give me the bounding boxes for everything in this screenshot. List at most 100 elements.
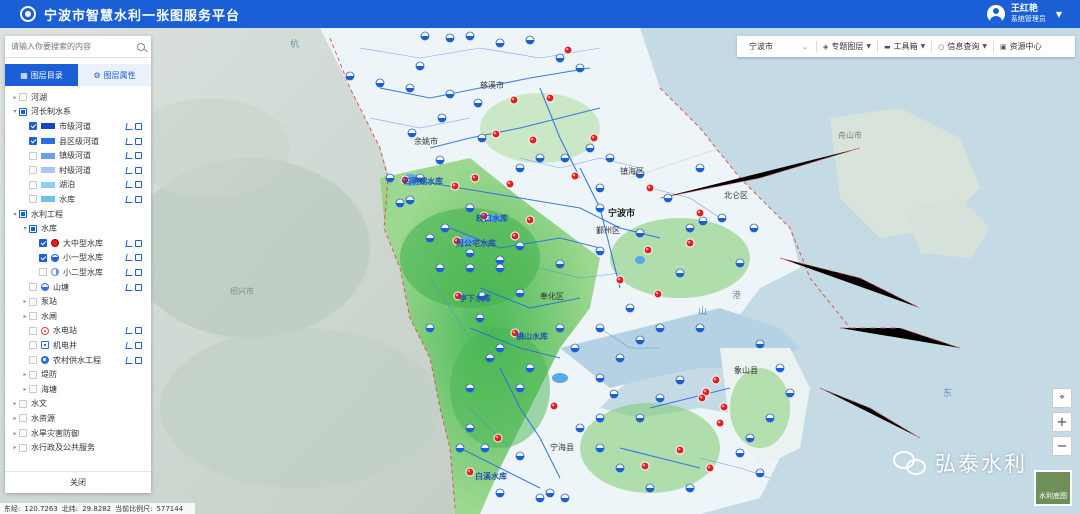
small-reservoir-marker-icon[interactable] xyxy=(405,83,415,93)
small-reservoir-marker-icon[interactable] xyxy=(525,363,535,373)
small-reservoir-marker-icon[interactable] xyxy=(745,433,755,443)
large-reservoir-marker-icon[interactable] xyxy=(505,179,515,189)
small-reservoir-marker-icon[interactable] xyxy=(477,133,487,143)
layer-row[interactable]: ▸ 水文 xyxy=(5,397,151,412)
large-reservoir-marker-icon[interactable] xyxy=(509,95,519,105)
collapse-arrow-icon[interactable]: ▸ xyxy=(21,298,29,305)
small-reservoir-marker-icon[interactable] xyxy=(695,163,705,173)
collapse-arrow-icon[interactable]: ▸ xyxy=(11,430,19,437)
collapse-arrow-icon[interactable]: ▸ xyxy=(21,386,29,393)
small-reservoir-marker-icon[interactable] xyxy=(465,423,475,433)
layer-info-icon[interactable] xyxy=(135,181,142,189)
layer-row[interactable]: ▸基础地理信息 xyxy=(5,455,151,459)
small-reservoir-marker-icon[interactable] xyxy=(465,263,475,273)
layer-checkbox[interactable] xyxy=(19,93,27,102)
small-reservoir-marker-icon[interactable] xyxy=(445,33,455,43)
small-reservoir-marker-icon[interactable] xyxy=(717,213,727,223)
small-reservoir-marker-icon[interactable] xyxy=(785,388,795,398)
small-reservoir-marker-icon[interactable] xyxy=(485,353,495,363)
layer-checkbox[interactable] xyxy=(29,180,37,189)
large-reservoir-marker-icon[interactable] xyxy=(493,433,503,443)
resource-center-button[interactable]: ▣ 资源中心 xyxy=(994,40,1048,53)
layer-info-icon[interactable] xyxy=(135,356,142,364)
small-reservoir-marker-icon[interactable] xyxy=(555,323,565,333)
small-reservoir-marker-icon[interactable] xyxy=(545,488,555,498)
small-reservoir-marker-icon[interactable] xyxy=(437,113,447,123)
small-reservoir-marker-icon[interactable] xyxy=(455,443,465,453)
layer-checkbox[interactable] xyxy=(29,122,37,131)
layer-row[interactable]: 镇级河道 xyxy=(5,148,151,163)
small-reservoir-marker-icon[interactable] xyxy=(480,443,490,453)
small-reservoir-marker-icon[interactable] xyxy=(495,38,505,48)
small-reservoir-marker-icon[interactable] xyxy=(555,259,565,269)
collapse-arrow-icon[interactable]: ▸ xyxy=(11,444,19,451)
layer-row[interactable]: 水库 xyxy=(5,192,151,207)
edit-style-icon[interactable] xyxy=(125,122,134,130)
small-reservoir-marker-icon[interactable] xyxy=(735,258,745,268)
small-reservoir-marker-icon[interactable] xyxy=(635,413,645,423)
layer-checkbox[interactable] xyxy=(29,370,37,379)
collapse-arrow-icon[interactable]: ▸ xyxy=(21,313,29,320)
small-reservoir-marker-icon[interactable] xyxy=(635,228,645,238)
layer-row[interactable]: 农村供水工程 xyxy=(5,353,151,368)
layer-row[interactable]: 湖泊 xyxy=(5,178,151,193)
small-reservoir-marker-icon[interactable] xyxy=(465,383,475,393)
city-select[interactable]: 宁波市 ⌄ xyxy=(737,40,817,53)
layer-checkbox[interactable] xyxy=(29,356,37,365)
small-reservoir-marker-icon[interactable] xyxy=(375,78,385,88)
small-reservoir-marker-icon[interactable] xyxy=(595,183,605,193)
expand-arrow-icon[interactable]: ▾ xyxy=(21,225,29,232)
layer-checkbox[interactable] xyxy=(39,239,47,248)
large-reservoir-marker-icon[interactable] xyxy=(545,93,555,103)
small-reservoir-marker-icon[interactable] xyxy=(595,443,605,453)
small-reservoir-marker-icon[interactable] xyxy=(675,375,685,385)
layer-row[interactable]: ▾ 水库 xyxy=(5,221,151,236)
layer-checkbox[interactable] xyxy=(29,341,37,350)
small-reservoir-marker-icon[interactable] xyxy=(575,63,585,73)
small-reservoir-marker-icon[interactable] xyxy=(435,155,445,165)
small-reservoir-marker-icon[interactable] xyxy=(615,353,625,363)
small-reservoir-marker-icon[interactable] xyxy=(515,163,525,173)
zoom-in-button[interactable]: + xyxy=(1052,412,1072,432)
small-reservoir-marker-icon[interactable] xyxy=(605,153,615,163)
small-reservoir-marker-icon[interactable] xyxy=(495,343,505,353)
collapse-arrow-icon[interactable]: ▸ xyxy=(11,94,19,101)
layer-checkbox[interactable] xyxy=(19,399,27,408)
edit-style-icon[interactable] xyxy=(125,152,134,160)
layer-info-icon[interactable] xyxy=(135,137,142,145)
large-reservoir-marker-icon[interactable] xyxy=(697,393,707,403)
small-reservoir-marker-icon[interactable] xyxy=(465,203,475,213)
large-reservoir-marker-icon[interactable] xyxy=(525,215,535,225)
user-menu[interactable]: 王红艳 系统管理员 ▼ xyxy=(986,0,1062,28)
small-reservoir-marker-icon[interactable] xyxy=(615,463,625,473)
layer-checkbox[interactable] xyxy=(29,297,37,306)
large-reservoir-marker-icon[interactable] xyxy=(470,173,480,183)
small-reservoir-marker-icon[interactable] xyxy=(595,413,605,423)
collapse-arrow-icon[interactable]: ▸ xyxy=(21,371,29,378)
small-reservoir-marker-icon[interactable] xyxy=(525,35,535,45)
layer-row[interactable]: ▸ 水旱灾害防御 xyxy=(5,426,151,441)
layer-row[interactable]: 小二型水库 xyxy=(5,265,151,280)
edit-style-icon[interactable] xyxy=(125,341,134,349)
small-reservoir-marker-icon[interactable] xyxy=(535,493,545,503)
small-reservoir-marker-icon[interactable] xyxy=(675,268,685,278)
small-reservoir-marker-icon[interactable] xyxy=(775,363,785,373)
expand-arrow-icon[interactable]: ▾ xyxy=(11,211,19,218)
edit-style-icon[interactable] xyxy=(125,254,134,262)
layer-row[interactable]: 山塘 xyxy=(5,280,151,295)
large-reservoir-marker-icon[interactable] xyxy=(640,461,650,471)
layer-checkbox[interactable] xyxy=(29,137,37,146)
layer-checkbox[interactable] xyxy=(29,312,37,321)
edit-style-icon[interactable] xyxy=(125,195,134,203)
info-query-menu[interactable]: ○ 信息查询 ▼ xyxy=(932,40,994,53)
small-reservoir-marker-icon[interactable] xyxy=(415,61,425,71)
layer-row[interactable]: 机电井 xyxy=(5,338,151,353)
layer-row[interactable]: 市级河道 xyxy=(5,119,151,134)
small-reservoir-marker-icon[interactable] xyxy=(609,389,619,399)
basemap-switcher[interactable]: 水利底图 xyxy=(1034,470,1072,506)
layer-info-icon[interactable] xyxy=(135,166,142,174)
large-reservoir-marker-icon[interactable] xyxy=(715,418,725,428)
layer-info-icon[interactable] xyxy=(135,239,142,247)
small-reservoir-marker-icon[interactable] xyxy=(655,393,665,403)
large-reservoir-marker-icon[interactable] xyxy=(563,45,573,55)
